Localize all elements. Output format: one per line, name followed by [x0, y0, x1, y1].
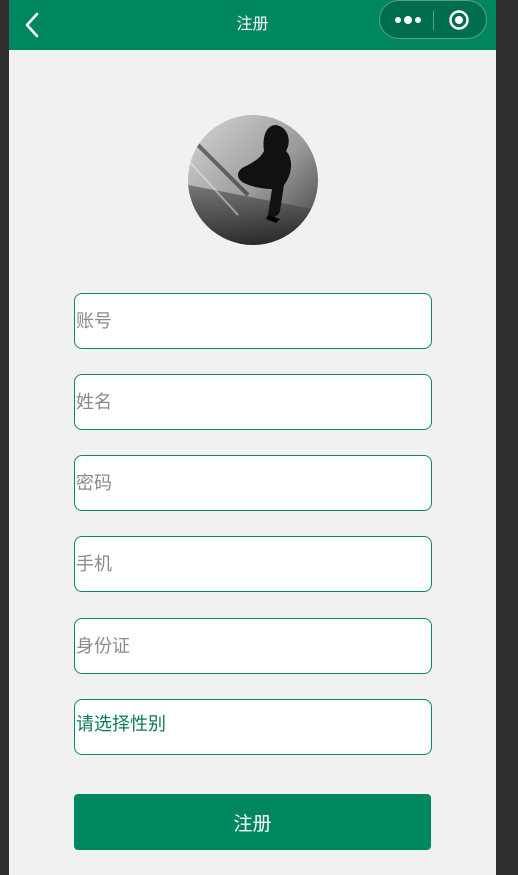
- register-button[interactable]: 注册: [74, 794, 431, 850]
- mini-program-capsule: [379, 0, 487, 39]
- password-field[interactable]: [74, 455, 432, 511]
- avatar[interactable]: [188, 115, 318, 245]
- target-circle-icon: [449, 10, 469, 30]
- gender-picker[interactable]: 请选择性别: [74, 699, 432, 755]
- register-button-label: 注册: [233, 812, 272, 835]
- app-screen: 注册 账号 姓名 手机 身份证 请选择性别 注册: [9, 0, 496, 875]
- close-button[interactable]: [448, 9, 470, 31]
- name-field[interactable]: [74, 374, 432, 430]
- more-dots-icon: [395, 16, 421, 24]
- account-field[interactable]: [74, 293, 432, 349]
- navigation-bar: 注册: [9, 0, 496, 50]
- avatar-image: [188, 115, 318, 245]
- phone-field[interactable]: [74, 536, 432, 592]
- gender-picker-label: 请选择性别: [76, 714, 166, 735]
- id-card-input[interactable]: [75, 619, 431, 673]
- name-input[interactable]: [75, 375, 431, 429]
- password-input[interactable]: [75, 456, 431, 510]
- capsule-divider: [433, 11, 434, 30]
- id-card-field[interactable]: [74, 618, 432, 674]
- more-button[interactable]: [392, 11, 424, 29]
- account-input[interactable]: [75, 294, 431, 348]
- phone-input[interactable]: [75, 537, 431, 591]
